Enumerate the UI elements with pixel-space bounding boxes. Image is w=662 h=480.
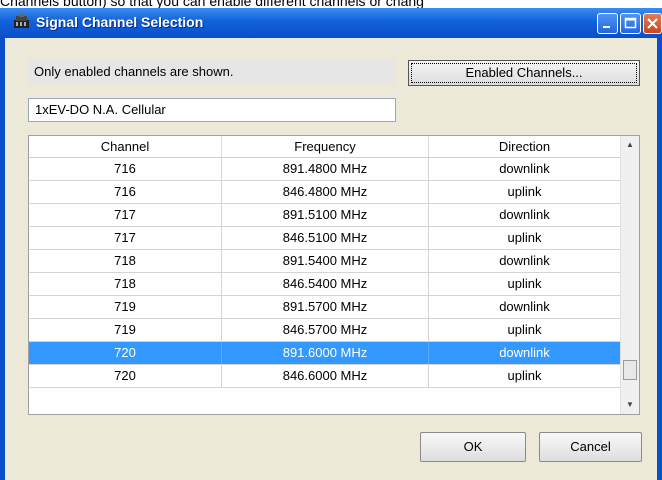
direction-cell: downlink [499,161,550,176]
close-button[interactable] [643,13,662,34]
direction-cell: downlink [499,207,550,222]
frequency-cell: 891.4800 MHz [222,158,429,180]
direction-cell: uplink [507,230,542,245]
enabled-only-notice: Only enabled channels are shown. [28,60,396,84]
table-row[interactable]: 718 891.5400 MHz downlink [29,250,620,273]
channel-cell: 717 [29,227,222,249]
table-row[interactable]: 716 891.4800 MHz downlink [29,158,620,181]
table-row[interactable]: 717 891.5100 MHz downlink [29,204,620,227]
background-text: Channels button) so that you can enable … [0,0,424,9]
channel-cell: 717 [29,204,222,226]
vertical-scrollbar[interactable]: ▲ ▼ [620,136,639,414]
column-header-channel[interactable]: Channel [29,136,222,157]
frequency-cell: 846.6000 MHz [222,365,429,387]
app-icon [14,14,29,28]
table-body: 716 891.4800 MHz downlink 716 846.4800 M… [29,158,620,388]
channel-cell: 716 [29,158,222,180]
channel-cell: 719 [29,296,222,318]
table-row[interactable]: 719 891.5700 MHz downlink [29,296,620,319]
channel-table[interactable]: Channel Frequency Direction 716 891.4800… [28,135,640,415]
channel-cell: 716 [29,181,222,203]
table-row-selected[interactable]: 720 891.6000 MHz downlink [29,342,620,365]
table-header: Channel Frequency Direction [29,136,620,158]
maximize-button[interactable] [620,13,641,34]
direction-cell: uplink [507,276,542,291]
channel-cell: 720 [29,365,222,387]
band-field[interactable]: 1xEV-DO N.A. Cellular [28,98,396,122]
ok-button[interactable]: OK [420,432,526,462]
direction-cell: uplink [507,368,542,383]
signal-channel-selection-dialog: Signal Channel Selection Only enabled ch… [0,8,662,480]
frequency-cell: 891.5100 MHz [222,204,429,226]
channel-cell: 720 [29,342,222,364]
window-title: Signal Channel Selection [36,14,204,30]
window-border-right [657,38,662,480]
frequency-cell: 846.5700 MHz [222,319,429,341]
column-header-direction[interactable]: Direction [429,136,620,157]
frequency-cell: 846.5100 MHz [222,227,429,249]
table-row[interactable]: 716 846.4800 MHz uplink [29,181,620,204]
frequency-cell: 846.5400 MHz [222,273,429,295]
channel-cell: 719 [29,319,222,341]
table-row[interactable]: 718 846.5400 MHz uplink [29,273,620,296]
table-row[interactable]: 719 846.5700 MHz uplink [29,319,620,342]
title-bar[interactable]: Signal Channel Selection [0,8,662,38]
cancel-button[interactable]: Cancel [539,432,642,462]
column-header-frequency[interactable]: Frequency [222,136,429,157]
enabled-channels-button[interactable]: Enabled Channels... [408,60,640,86]
direction-cell: uplink [507,322,542,337]
frequency-cell: 891.5700 MHz [222,296,429,318]
direction-cell: downlink [499,253,550,268]
table-row[interactable]: 717 846.5100 MHz uplink [29,227,620,250]
scroll-down-arrow-icon[interactable]: ▼ [621,396,639,414]
frequency-cell: 891.5400 MHz [222,250,429,272]
scrollbar-thumb[interactable] [623,360,637,380]
table-row[interactable]: 720 846.6000 MHz uplink [29,365,620,388]
direction-cell: downlink [499,299,550,314]
minimize-button[interactable] [597,13,618,34]
close-icon [647,18,658,29]
minimize-icon [603,26,610,28]
maximize-icon [624,17,637,29]
frequency-cell: 846.4800 MHz [222,181,429,203]
direction-cell: downlink [499,345,550,360]
direction-cell: uplink [507,184,542,199]
scroll-up-arrow-icon[interactable]: ▲ [621,136,639,154]
channel-cell: 718 [29,273,222,295]
frequency-cell: 891.6000 MHz [222,342,429,364]
channel-cell: 718 [29,250,222,272]
